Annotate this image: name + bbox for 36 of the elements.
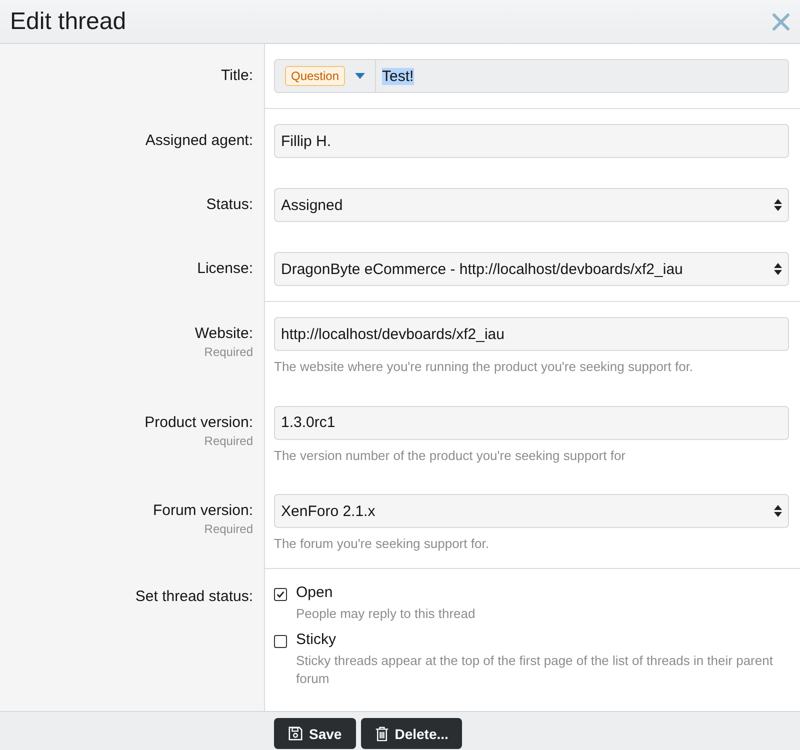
select-field[interactable]: Assigned <box>274 188 789 222</box>
field-label: License: <box>197 260 253 277</box>
field-label: Product version: <box>144 414 253 431</box>
dialog-title: Edit thread <box>10 8 126 36</box>
select-arrows-icon <box>774 505 782 518</box>
required-note: Required <box>204 522 253 536</box>
option-hint: Sticky threads appear at the top of the first page of the list of threads in their parent forum <box>296 652 774 688</box>
save-button[interactable]: Save <box>274 718 356 750</box>
option-hint: People may reply to this thread <box>296 604 476 623</box>
field-label: Assigned agent: <box>145 132 253 149</box>
field-label: Website: <box>194 325 253 342</box>
checkbox-label[interactable]: Sticky <box>296 630 789 648</box>
text-field[interactable]: 1.3.0rc1 <box>274 406 789 440</box>
field-label: Status: <box>206 196 253 213</box>
select-field[interactable]: XenForo 2.1.x <box>274 494 789 528</box>
title-field[interactable]: Question Test! <box>274 59 789 93</box>
trash-icon <box>374 726 389 742</box>
field-label: Forum version: <box>152 502 253 520</box>
delete-button[interactable]: Delete... <box>360 718 462 750</box>
caret-icon[interactable] <box>355 73 366 79</box>
field-hint: The forum you're seeking support for. <box>274 535 490 553</box>
text-field[interactable]: Fillip H. <box>274 124 789 158</box>
field-hint: The version number of the product you're seeking support for <box>274 446 627 464</box>
select-arrows-icon <box>774 199 782 211</box>
field-label: Title: <box>221 67 253 84</box>
checkbox[interactable] <box>274 588 287 601</box>
select-field[interactable]: DragonByte eCommerce - http://localhost/devboards/xf2_iau <box>274 252 789 286</box>
field-hint: The website where you're running the product you're seeking support for. <box>274 358 694 376</box>
required-note: Required <box>204 434 253 448</box>
field-label: Set thread status: <box>135 588 253 605</box>
prefix-badge[interactable]: Question <box>285 66 346 86</box>
select-arrows-icon <box>774 263 782 275</box>
required-note: Required <box>204 345 253 359</box>
checkbox-label[interactable]: Open <box>296 584 789 601</box>
text-field[interactable]: http://localhost/devboards/xf2_iau <box>274 317 789 351</box>
checkbox[interactable] <box>274 634 287 648</box>
